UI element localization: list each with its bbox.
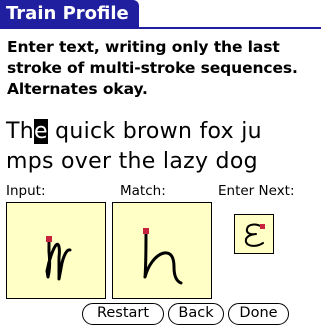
enter-next-label: Enter Next:: [218, 183, 295, 199]
title-bar: Train Profile: [0, 0, 321, 29]
handwritten-n-stroke-icon: [45, 236, 72, 281]
stroke-start-marker: [260, 224, 265, 229]
sample-text-before: Th: [6, 119, 34, 144]
reference-n-stroke-icon: [143, 228, 183, 285]
input-stroke-pad[interactable]: [6, 202, 106, 299]
epsilon-e-glyph-icon: [244, 223, 265, 247]
stroke-start-marker: [143, 228, 149, 234]
text-cursor: e: [33, 119, 48, 144]
window-title: Train Profile: [0, 0, 139, 28]
match-stroke-pad: [112, 202, 212, 299]
next-glyph-pad: [234, 214, 274, 254]
back-button[interactable]: Back: [168, 303, 224, 325]
instructions-text: Enter text, writing only the last stroke…: [7, 38, 298, 98]
stroke-start-marker: [46, 236, 52, 242]
done-button[interactable]: Done: [228, 303, 289, 325]
title-divider: [0, 27, 321, 29]
match-label: Match:: [120, 183, 166, 199]
input-label: Input:: [6, 183, 46, 199]
sample-text: The quick brown fox ju mps over the lazy…: [6, 117, 321, 177]
restart-button[interactable]: Restart: [82, 303, 164, 325]
